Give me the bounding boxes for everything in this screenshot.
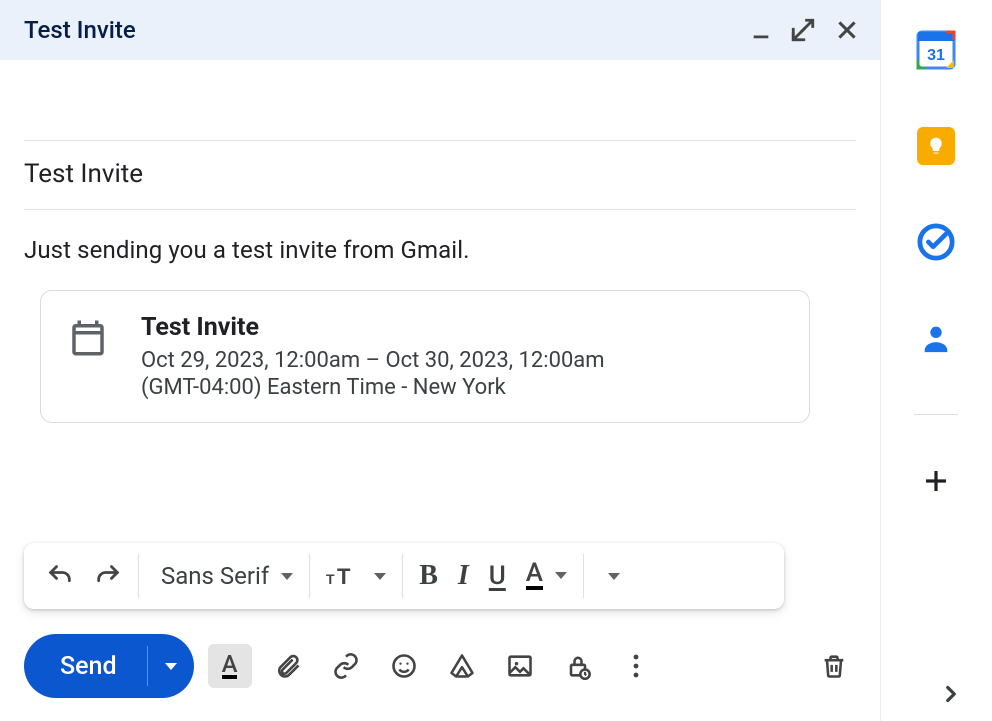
discard-draft-button[interactable] (812, 644, 856, 688)
minimize-button[interactable] (750, 19, 772, 41)
more-formatting-button[interactable] (590, 567, 630, 586)
compose-header: Test Invite (0, 0, 880, 60)
event-title: Test Invite (141, 313, 605, 342)
calendar-app-button[interactable]: 31 (916, 30, 956, 70)
chevron-down-icon (281, 573, 293, 580)
insert-link-button[interactable] (324, 644, 368, 688)
chevron-down-icon (555, 572, 567, 579)
svg-text:T: T (337, 564, 351, 589)
tasks-app-button[interactable] (916, 222, 956, 262)
font-name-label: Sans Serif (155, 562, 269, 590)
side-panel-divider (914, 414, 958, 415)
event-datetime: Oct 29, 2023, 12:00am – Oct 30, 2023, 12… (141, 348, 605, 373)
send-button[interactable]: Send (24, 634, 147, 698)
calendar-icon (67, 317, 109, 400)
more-options-button[interactable] (614, 644, 658, 688)
side-panel-toggle[interactable] (938, 681, 964, 707)
event-timezone: (GMT-04:00) Eastern Time - New York (141, 375, 605, 400)
italic-button[interactable]: I (448, 554, 479, 598)
recipients-area[interactable] (24, 60, 856, 140)
contacts-app-button[interactable] (916, 318, 956, 358)
insert-emoji-button[interactable] (382, 644, 426, 688)
confidential-mode-button[interactable] (556, 644, 600, 688)
lightbulb-icon (917, 127, 955, 165)
chevron-down-icon (374, 573, 386, 580)
send-button-group: Send (24, 634, 194, 698)
keep-app-button[interactable] (916, 126, 956, 166)
subject-input[interactable]: Test Invite (24, 141, 856, 209)
insert-drive-button[interactable] (440, 644, 484, 688)
svg-text:31: 31 (927, 47, 945, 64)
message-body[interactable]: Just sending you a test invite from Gmai… (24, 210, 856, 264)
svg-text:T: T (326, 571, 335, 587)
toggle-formatting-button[interactable]: A (208, 644, 252, 688)
font-family-select[interactable]: Sans Serif (145, 556, 303, 596)
side-panel: 31 (880, 0, 992, 721)
compose-bottom-bar: Send A (24, 629, 856, 703)
undo-button[interactable] (36, 556, 84, 596)
send-options-button[interactable] (148, 634, 194, 698)
compose-window: Test Invite Test Invite (0, 0, 880, 721)
insert-photo-button[interactable] (498, 644, 542, 688)
compose-title: Test Invite (24, 16, 136, 44)
underline-button[interactable]: U (479, 555, 516, 597)
font-size-select[interactable]: TT (316, 556, 396, 596)
attach-file-button[interactable] (266, 644, 310, 688)
bold-button[interactable]: B (409, 554, 448, 598)
chevron-down-icon (608, 573, 620, 580)
formatting-toolbar: Sans Serif TT B I U A (24, 543, 784, 609)
popout-button[interactable] (790, 17, 816, 43)
calendar-event-card[interactable]: Test Invite Oct 29, 2023, 12:00am – Oct … (40, 290, 810, 423)
close-button[interactable] (834, 17, 860, 43)
get-addons-button[interactable] (916, 461, 956, 501)
redo-button[interactable] (84, 556, 132, 596)
text-color-button[interactable]: A (516, 556, 577, 595)
